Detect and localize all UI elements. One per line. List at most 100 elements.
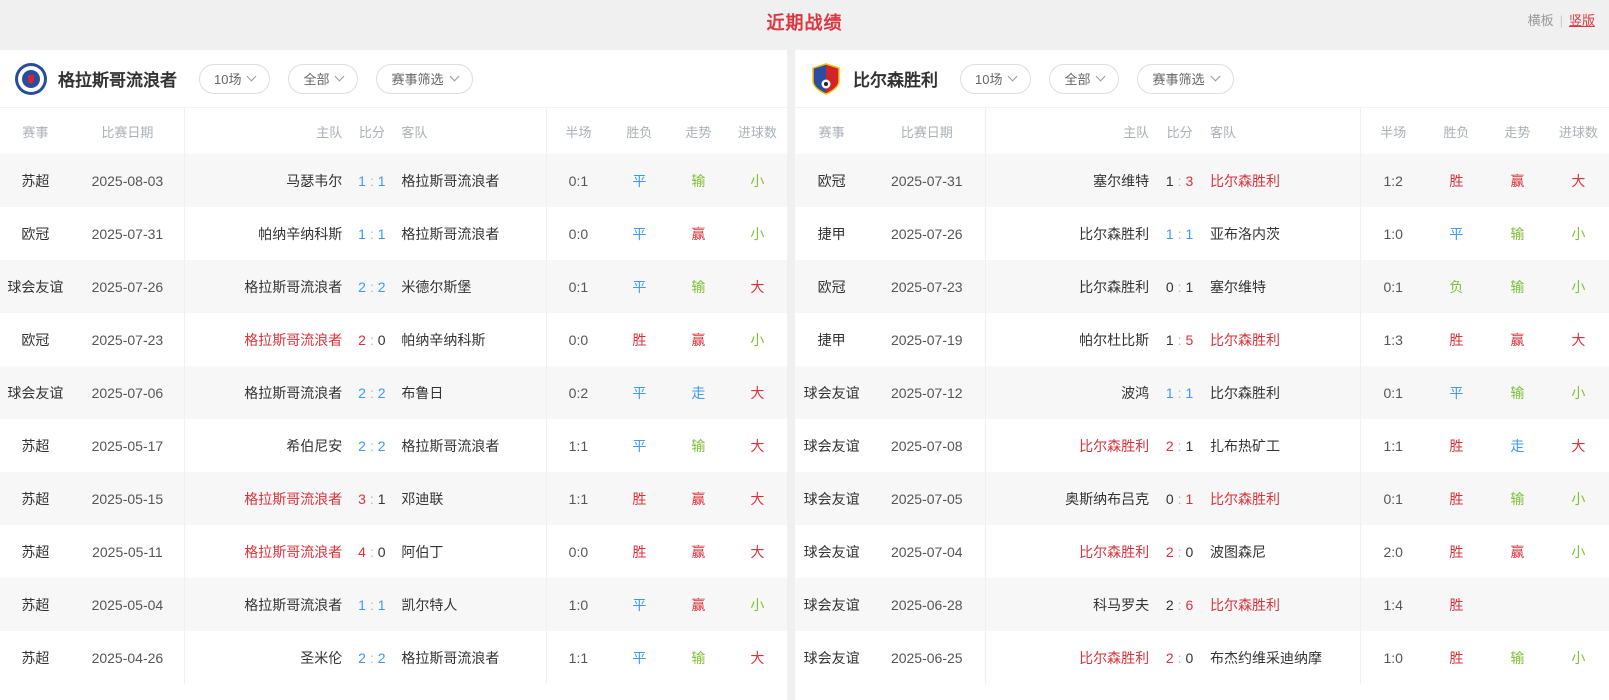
panel-plzen: 比尔森胜利 10场 全部 赛事筛选 赛事 比赛日期 主队 比分 客队 半场 胜负… bbox=[795, 50, 1609, 700]
goals-tag: 小 bbox=[728, 578, 787, 631]
score-colon: : bbox=[1178, 438, 1182, 454]
home-team: 希伯尼安 bbox=[185, 419, 346, 472]
match-date: 2025-05-04 bbox=[71, 578, 185, 631]
competition: 球会友谊 bbox=[795, 631, 868, 684]
competition: 苏超 bbox=[0, 419, 71, 472]
competition: 苏超 bbox=[0, 578, 71, 631]
score: 2:2 bbox=[346, 419, 397, 472]
half-score: 0:1 bbox=[1361, 260, 1426, 313]
away-team: 扎布热矿工 bbox=[1206, 419, 1361, 472]
table-header: 赛事 比赛日期 主队 比分 客队 半场 胜负 走势 进球数 bbox=[795, 108, 1609, 154]
col-goals: 进球数 bbox=[1548, 108, 1609, 154]
goals-tag bbox=[1548, 578, 1609, 631]
score: 1:1 bbox=[346, 578, 397, 631]
half-score: 1:1 bbox=[547, 419, 610, 472]
match-row: 欧冠 2025-07-31 帕纳辛纳科斯 1:1 格拉斯哥流浪者 0:0 平 赢… bbox=[0, 207, 787, 260]
home-score: 2 bbox=[358, 385, 366, 401]
half-score: 1:1 bbox=[547, 472, 610, 525]
competition: 苏超 bbox=[0, 154, 71, 207]
match-date: 2025-07-31 bbox=[71, 207, 185, 260]
match-date: 2025-07-19 bbox=[868, 313, 986, 366]
half-score: 0:0 bbox=[547, 525, 610, 578]
score: 0:1 bbox=[1153, 260, 1206, 313]
competition: 球会友谊 bbox=[0, 366, 71, 419]
competition-filter-dropdown[interactable]: 赛事筛选 bbox=[376, 64, 472, 94]
col-date: 比赛日期 bbox=[868, 108, 986, 154]
away-team: 格拉斯哥流浪者 bbox=[397, 419, 547, 472]
half-score: 1:3 bbox=[1361, 313, 1426, 366]
away-score: 1 bbox=[378, 226, 386, 242]
match-date: 2025-05-11 bbox=[71, 525, 185, 578]
competition-filter-label: 赛事筛选 bbox=[1152, 69, 1204, 88]
half-score: 0:1 bbox=[1361, 472, 1426, 525]
goals-tag: 小 bbox=[728, 313, 787, 366]
matches-count-dropdown[interactable]: 10场 bbox=[960, 64, 1031, 94]
goals-tag: 小 bbox=[1548, 631, 1609, 684]
goals-tag: 小 bbox=[728, 207, 787, 260]
home-team: 格拉斯哥流浪者 bbox=[185, 260, 346, 313]
score-colon: : bbox=[370, 438, 374, 454]
competition-filter-dropdown[interactable]: 赛事筛选 bbox=[1137, 64, 1233, 94]
home-team: 比尔森胜利 bbox=[986, 631, 1153, 684]
away-team: 塞尔维特 bbox=[1206, 260, 1361, 313]
matches-count-dropdown[interactable]: 10场 bbox=[199, 64, 270, 94]
match-row: 捷甲 2025-07-26 比尔森胜利 1:1 亚布洛内茨 1:0 平 输 小 bbox=[795, 207, 1609, 260]
away-team: 格拉斯哥流浪者 bbox=[397, 154, 547, 207]
goals-tag: 大 bbox=[1548, 154, 1609, 207]
score: 1:1 bbox=[1153, 207, 1206, 260]
page-title: 近期战绩 bbox=[0, 9, 1609, 35]
layout-vertical-link[interactable]: 竖版 bbox=[1569, 13, 1595, 28]
result-tag: 平 bbox=[610, 578, 669, 631]
match-row: 欧冠 2025-07-31 塞尔维特 1:3 比尔森胜利 1:2 胜 赢 大 bbox=[795, 154, 1609, 207]
table-body: 欧冠 2025-07-31 塞尔维特 1:3 比尔森胜利 1:2 胜 赢 大 捷… bbox=[795, 154, 1609, 684]
panels-container: 格拉斯哥流浪者 10场 全部 赛事筛选 赛事 比赛日期 主队 比分 客队 半场 … bbox=[0, 50, 1609, 700]
away-score: 0 bbox=[1186, 650, 1194, 666]
layout-switch: 横板|竖版 bbox=[1528, 10, 1595, 29]
match-date: 2025-05-15 bbox=[71, 472, 185, 525]
result-tag: 胜 bbox=[1426, 631, 1487, 684]
competition: 球会友谊 bbox=[795, 525, 868, 578]
match-date: 2025-07-23 bbox=[868, 260, 986, 313]
match-date: 2025-07-04 bbox=[868, 525, 986, 578]
col-competition: 赛事 bbox=[795, 108, 868, 154]
matches-count-label: 10场 bbox=[975, 69, 1002, 88]
match-date: 2025-07-12 bbox=[868, 366, 986, 419]
competition: 欧冠 bbox=[0, 207, 71, 260]
competition: 欧冠 bbox=[795, 154, 868, 207]
match-date: 2025-07-26 bbox=[71, 260, 185, 313]
match-row: 球会友谊 2025-07-05 奥斯纳布吕克 0:1 比尔森胜利 0:1 胜 输… bbox=[795, 472, 1609, 525]
layout-horizontal-link[interactable]: 横板 bbox=[1528, 13, 1554, 28]
home-score: 0 bbox=[1166, 279, 1174, 295]
home-team: 马瑟韦尔 bbox=[185, 154, 346, 207]
competition: 球会友谊 bbox=[795, 419, 868, 472]
trend-tag: 输 bbox=[1487, 631, 1548, 684]
score-colon: : bbox=[370, 491, 374, 507]
away-score: 0 bbox=[378, 544, 386, 560]
venue-filter-dropdown[interactable]: 全部 bbox=[288, 64, 358, 94]
score: 1:5 bbox=[1153, 313, 1206, 366]
score-colon: : bbox=[1178, 597, 1182, 613]
score-colon: : bbox=[1178, 385, 1182, 401]
trend-tag: 赢 bbox=[1487, 154, 1548, 207]
home-team: 格拉斯哥流浪者 bbox=[185, 366, 346, 419]
match-date: 2025-07-08 bbox=[868, 419, 986, 472]
venue-filter-dropdown[interactable]: 全部 bbox=[1049, 64, 1119, 94]
trend-tag: 赢 bbox=[669, 578, 728, 631]
half-score: 0:0 bbox=[547, 207, 610, 260]
away-score: 2 bbox=[378, 438, 386, 454]
half-score: 0:1 bbox=[1361, 366, 1426, 419]
result-tag: 胜 bbox=[610, 313, 669, 366]
home-score: 0 bbox=[1166, 491, 1174, 507]
table-body: 苏超 2025-08-03 马瑟韦尔 1:1 格拉斯哥流浪者 0:1 平 输 小… bbox=[0, 154, 787, 684]
result-tag: 胜 bbox=[1426, 419, 1487, 472]
competition: 球会友谊 bbox=[795, 578, 868, 631]
away-score: 1 bbox=[1186, 279, 1194, 295]
home-score: 2 bbox=[1166, 650, 1174, 666]
score: 2:0 bbox=[346, 313, 397, 366]
col-away: 客队 bbox=[1206, 108, 1361, 154]
competition: 球会友谊 bbox=[795, 366, 868, 419]
away-team: 布杰约维采迪纳摩 bbox=[1206, 631, 1361, 684]
away-team: 帕纳辛纳科斯 bbox=[397, 313, 547, 366]
result-tag: 胜 bbox=[1426, 313, 1487, 366]
half-score: 1:0 bbox=[1361, 631, 1426, 684]
